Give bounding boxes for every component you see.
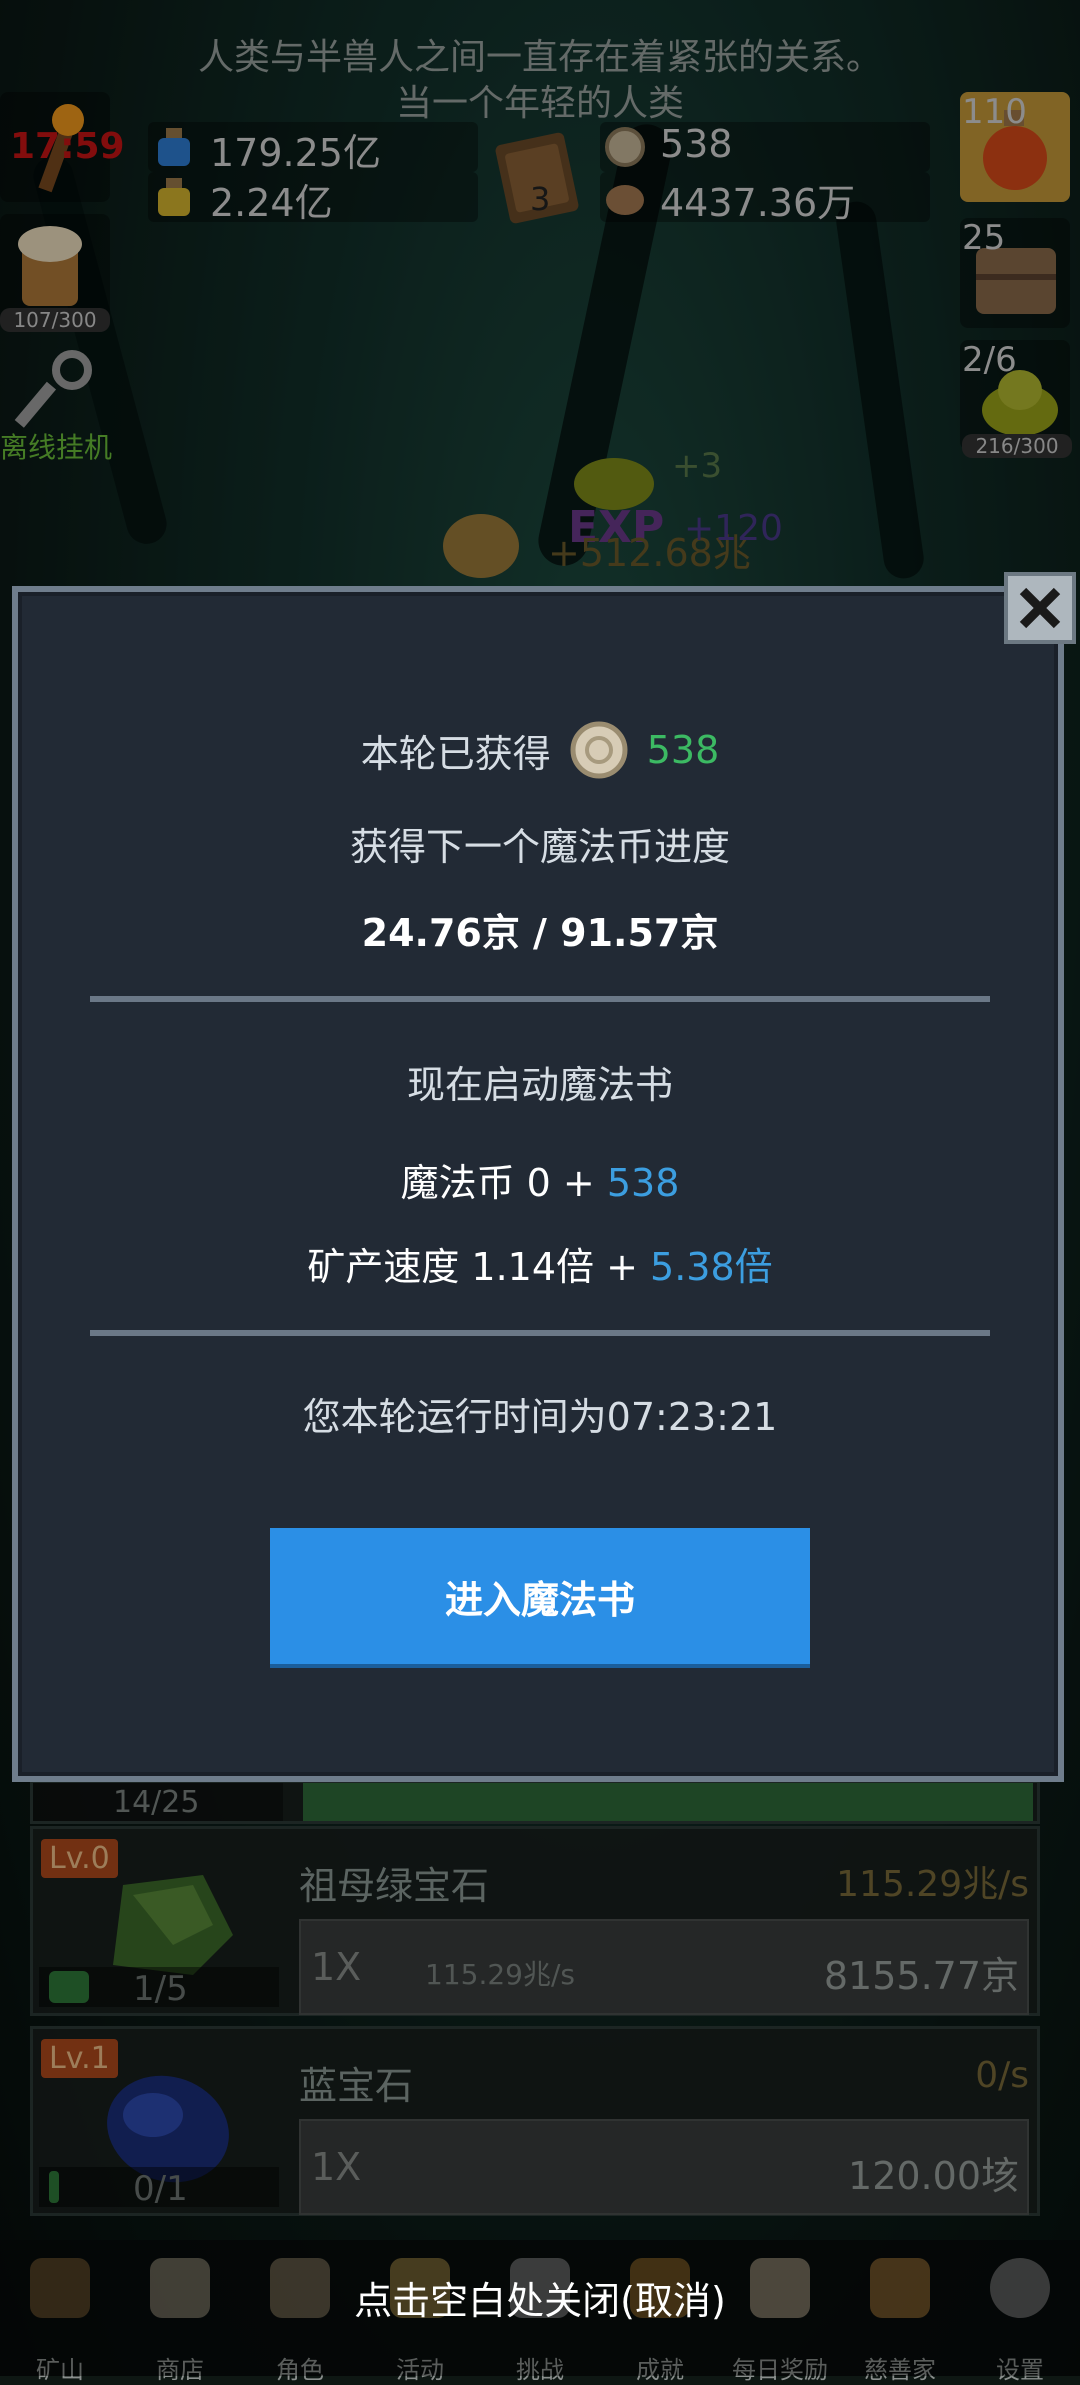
progress-label: 获得下一个魔法币进度 — [349, 825, 730, 869]
speed-base: 矿产速度 1.14倍 + — [307, 1245, 651, 1289]
start-label: 现在启动魔法书 — [406, 1063, 673, 1107]
divider — [90, 996, 990, 1002]
magic-coin-line: 魔法币 0 + 538 — [0, 1152, 1080, 1207]
earned-value: 538 — [646, 728, 720, 772]
close-icon — [1019, 587, 1061, 629]
speed-line: 矿产速度 1.14倍 + 5.38倍 — [0, 1236, 1080, 1291]
magic-coin-base: 魔法币 0 + — [400, 1161, 607, 1205]
divider — [90, 1330, 990, 1336]
close-button[interactable] — [1004, 572, 1076, 644]
runtime-text: 您本轮运行时间为07:23:21 — [302, 1395, 778, 1439]
close-hint[interactable]: 点击空白处关闭(取消) — [0, 2270, 1080, 2325]
earned-row: 本轮已获得 538 — [0, 721, 1080, 779]
enter-magic-book-button[interactable]: 进入魔法书 — [270, 1528, 810, 1668]
magic-coin-add: 538 — [606, 1161, 680, 1205]
speed-add: 5.38倍 — [650, 1245, 773, 1289]
progress-value: 24.76京 / 91.57京 — [361, 911, 719, 955]
magic-coin-icon — [570, 721, 628, 779]
earned-label: 本轮已获得 — [360, 731, 551, 776]
